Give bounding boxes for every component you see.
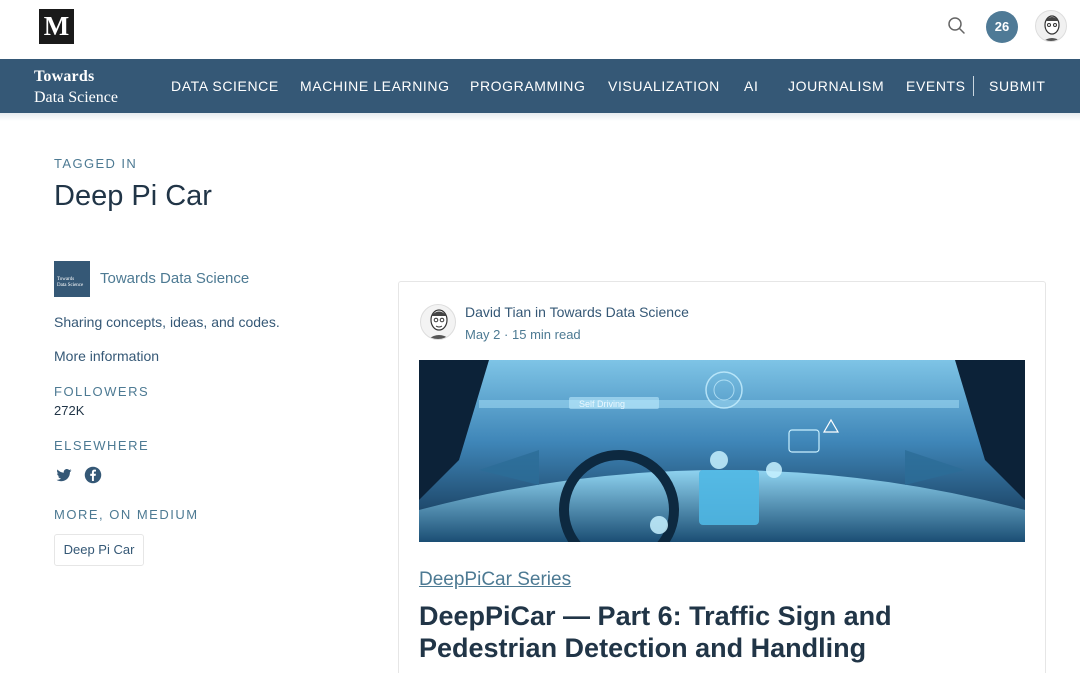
page-title: Deep Pi Car — [54, 180, 212, 212]
medium-logo[interactable]: M — [39, 9, 74, 44]
meta-separator: · — [504, 327, 509, 342]
post-title[interactable]: DeepPiCar — Part 6: Traffic Sign and Ped… — [419, 600, 1019, 664]
nav-divider — [973, 76, 974, 96]
nav-machine-learning[interactable]: MACHINE LEARNING — [300, 78, 450, 94]
nav-journalism[interactable]: JOURNALISM — [788, 78, 884, 94]
post-meta: May 2 · 15 min read — [465, 327, 581, 342]
author-line: David Tian in Towards Data Science — [465, 304, 689, 320]
nav-ai[interactable]: AI — [744, 78, 758, 94]
facebook-icon[interactable] — [84, 466, 102, 484]
nav-data-science[interactable]: DATA SCIENCE — [171, 78, 279, 94]
nav-shadow — [0, 113, 1080, 121]
tag-chip-deep-pi-car[interactable]: Deep Pi Car — [54, 534, 144, 566]
brand-line-1: Towards — [34, 68, 95, 85]
followers-count: 272K — [54, 403, 85, 418]
post-hero-image[interactable]: Self Driving — [419, 360, 1025, 542]
more-on-medium-label: MORE, ON MEDIUM — [54, 507, 199, 522]
nav-submit[interactable]: SUBMIT — [989, 78, 1046, 94]
user-avatar[interactable] — [1035, 10, 1067, 42]
author-name[interactable]: David Tian — [465, 304, 531, 320]
top-bar: M 26 — [0, 0, 1080, 59]
nav-programming[interactable]: PROGRAMMING — [470, 78, 586, 94]
search-icon[interactable] — [944, 14, 968, 38]
logo-text-2: Data Science — [57, 283, 84, 288]
post-date: May 2 — [465, 327, 501, 342]
read-time: 15 min read — [512, 327, 581, 342]
followers-label: FOLLOWERS — [54, 384, 150, 399]
publication-description: Sharing concepts, ideas, and codes. — [54, 314, 280, 330]
tagged-in-label: TAGGED IN — [54, 156, 138, 171]
nav-visualization[interactable]: VISUALIZATION — [608, 78, 720, 94]
publication-logo[interactable]: Towards Data Science — [54, 261, 90, 297]
nav-events[interactable]: EVENTS — [906, 78, 966, 94]
publication-name[interactable]: Towards Data Science — [100, 270, 249, 287]
notification-badge[interactable]: 26 — [986, 11, 1018, 43]
more-information-link[interactable]: More information — [54, 348, 159, 364]
hero-overlay-text: Self Driving — [579, 399, 625, 409]
series-link[interactable]: DeepPiCar Series — [419, 569, 571, 591]
elsewhere-label: ELSEWHERE — [54, 438, 150, 453]
twitter-icon[interactable] — [55, 466, 73, 484]
brand-line-2: Data Science — [34, 89, 118, 106]
author-publication[interactable]: Towards Data Science — [550, 304, 689, 320]
publication-brand[interactable]: Towards Data Science — [34, 66, 118, 108]
author-avatar[interactable] — [420, 304, 456, 340]
author-in-word: in — [535, 304, 546, 320]
